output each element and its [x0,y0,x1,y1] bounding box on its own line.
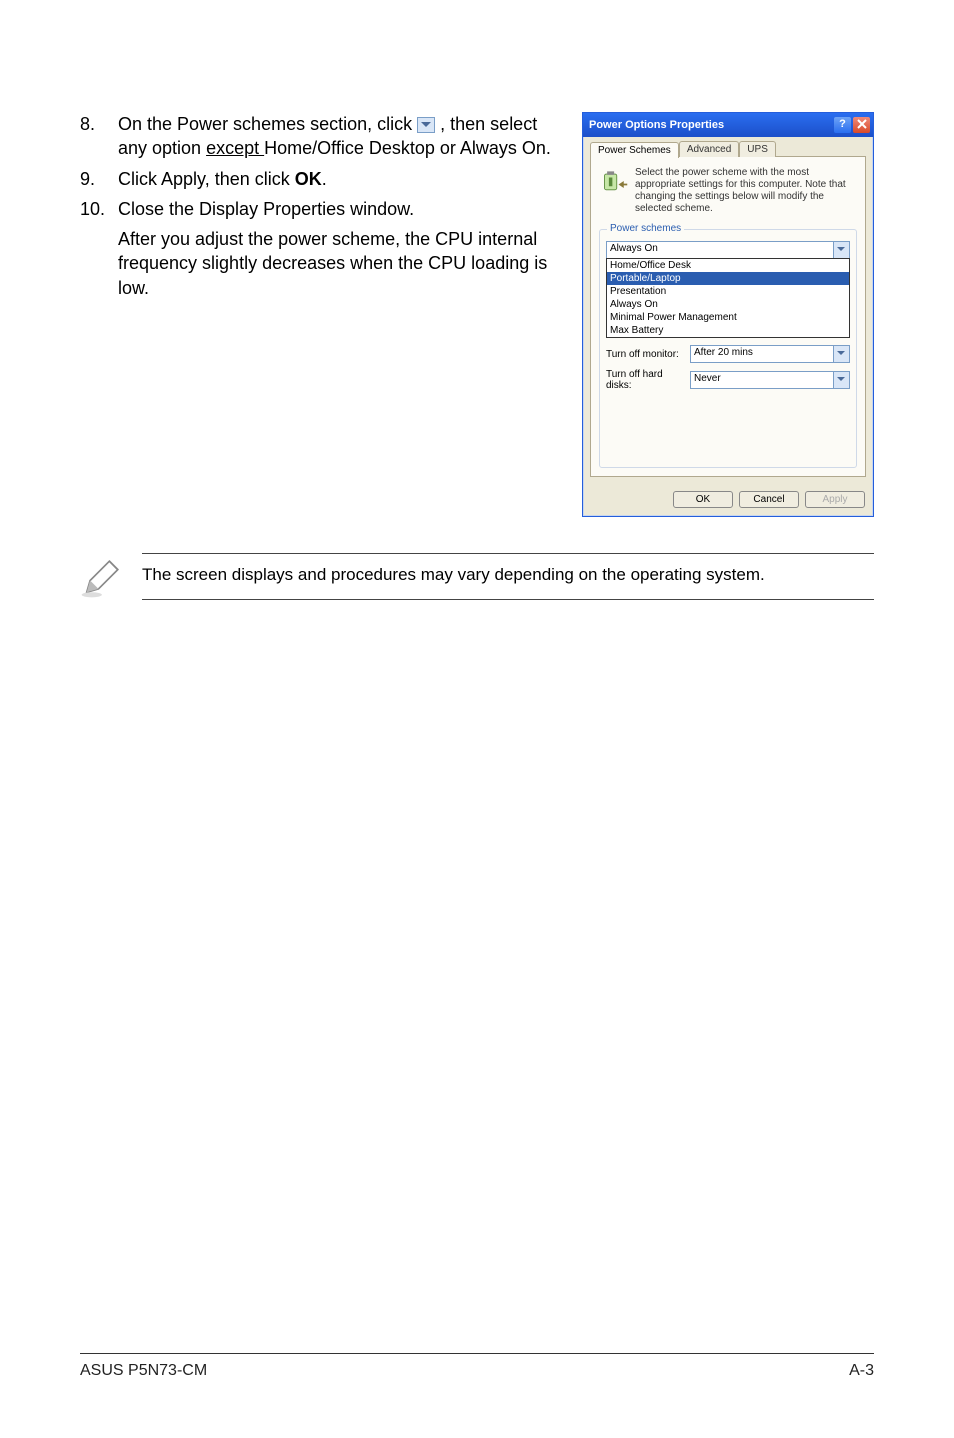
text: Click Apply, then click [118,169,295,189]
option-presentation[interactable]: Presentation [607,285,849,298]
close-icon [857,119,867,129]
combo-value: Never [691,372,833,388]
step-number: 8. [80,112,118,161]
ok-button[interactable]: OK [673,491,733,508]
tab-pane: Select the power scheme with the most ap… [590,156,866,477]
option-always-on[interactable]: Always On [607,298,849,311]
page-footer: ASUS P5N73-CM A-3 [80,1353,874,1380]
harddisk-label: Turn off hard disks: [606,369,684,391]
text: . [322,169,327,189]
scheme-combobox[interactable]: Always On Home/Office Desk Portable/Lapt… [606,241,850,259]
tab-strip: Power Schemes Advanced UPS [590,141,866,157]
footer-right: A-3 [849,1362,874,1380]
monitor-combobox[interactable]: After 20 mins [690,345,850,363]
dialog-footer: OK Cancel Apply [583,485,873,516]
harddisk-row: Turn off hard disks: Never [606,369,850,391]
option-portable-laptop[interactable]: Portable/Laptop [607,272,849,285]
option-max-battery[interactable]: Max Battery [607,324,849,337]
step-text: On the Power schemes section, click , th… [118,112,554,161]
option-minimal-power[interactable]: Minimal Power Management [607,311,849,324]
tab-power-schemes[interactable]: Power Schemes [590,142,679,158]
text-underlined: except [206,138,264,158]
scheme-dropdown-list: Home/Office Desk Portable/Laptop Present… [606,258,850,338]
dialog-description: Select the power scheme with the most ap… [635,167,855,215]
tab-ups[interactable]: UPS [739,141,776,157]
pencil-note-icon [80,557,122,599]
combo-dropdown-button[interactable] [833,372,849,388]
note-box: The screen displays and procedures may v… [80,553,874,600]
help-button[interactable]: ? [834,117,851,133]
apply-button[interactable]: Apply [805,491,865,508]
dropdown-arrow-icon [417,117,435,133]
monitor-row: Turn off monitor: After 20 mins [606,345,850,363]
battery-plug-icon [601,167,629,195]
continuation-text: After you adjust the power scheme, the C… [118,227,554,300]
step-number: 10. [80,197,118,221]
footer-left: ASUS P5N73-CM [80,1362,207,1380]
power-schemes-group: Power schemes Always On Home/Office Desk… [599,229,857,468]
text-bold: OK [295,169,322,189]
text: Home/Office Desktop or Always On. [264,138,551,158]
step-10: 10. Close the Display Properties window. [80,197,554,221]
monitor-label: Turn off monitor: [606,349,684,360]
step-8: 8. On the Power schemes section, click ,… [80,112,554,161]
close-button[interactable] [853,117,870,133]
dialog-titlebar: Power Options Properties ? [583,113,873,137]
step-number: 9. [80,167,118,191]
tab-advanced[interactable]: Advanced [679,141,739,157]
cancel-button[interactable]: Cancel [739,491,799,508]
power-options-dialog: Power Options Properties ? Power Schemes… [582,112,874,517]
step-text: Close the Display Properties window. [118,197,554,221]
combo-value: After 20 mins [691,346,833,362]
combo-dropdown-button[interactable] [833,346,849,362]
dialog-title: Power Options Properties [589,119,832,131]
option-home-office[interactable]: Home/Office Desk [607,259,849,272]
combo-dropdown-button[interactable] [833,242,849,258]
text: On the Power schemes section, click [118,114,417,134]
combo-value: Always On [607,242,833,258]
note-text: The screen displays and procedures may v… [142,553,874,600]
step-9: 9. Click Apply, then click OK. [80,167,554,191]
group-legend: Power schemes [607,223,684,234]
instruction-column: 8. On the Power schemes section, click ,… [80,112,554,517]
step-text: Click Apply, then click OK. [118,167,554,191]
harddisk-combobox[interactable]: Never [690,371,850,389]
